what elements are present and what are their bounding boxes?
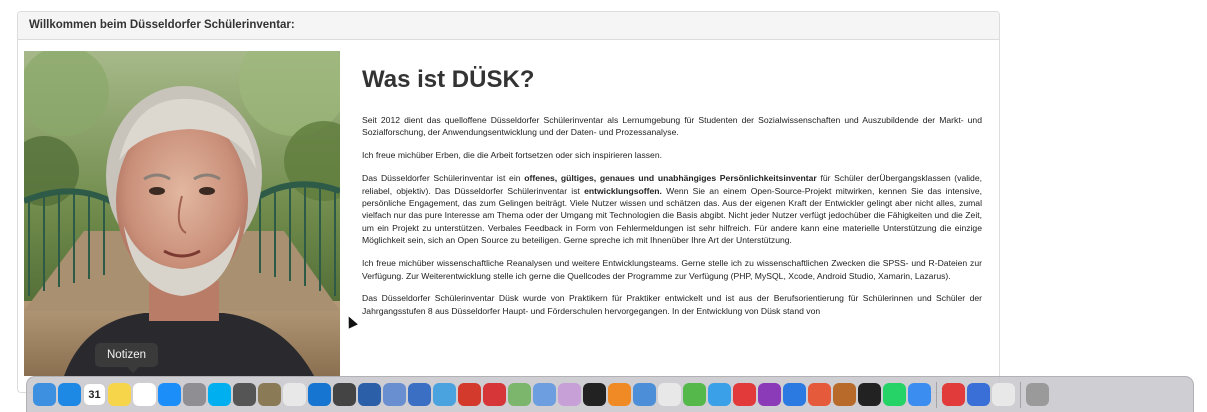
quicktime-icon[interactable] bbox=[992, 383, 1015, 406]
page-title: Was ist DÜSK? bbox=[362, 66, 535, 93]
migration-icon[interactable] bbox=[967, 383, 990, 406]
skype-icon[interactable] bbox=[208, 383, 231, 406]
safari-icon[interactable] bbox=[58, 383, 81, 406]
textedit-icon[interactable] bbox=[283, 383, 306, 406]
paragraph-intro: Seit 2012 dient das quelloffene Düsseldo… bbox=[362, 115, 982, 138]
photo-booth-icon[interactable] bbox=[808, 383, 831, 406]
preview-icon[interactable] bbox=[633, 383, 656, 406]
navicat-icon[interactable] bbox=[458, 383, 481, 406]
photo-icon[interactable] bbox=[508, 383, 531, 406]
play-icon[interactable] bbox=[783, 383, 806, 406]
paragraph-heirs: Ich freue michüber Erben, die die Arbeit… bbox=[362, 150, 662, 161]
activity-monitor-icon[interactable] bbox=[683, 383, 706, 406]
calendar-icon[interactable]: 31 bbox=[83, 383, 106, 406]
panel-heading: Willkommen beim Düsseldorfer Schülerinve… bbox=[18, 12, 999, 40]
books-icon[interactable] bbox=[608, 383, 631, 406]
reminders-icon[interactable] bbox=[133, 383, 156, 406]
bold-text: offenes, gültiges, genaues und unabhängi… bbox=[524, 173, 817, 184]
app-store-icon[interactable] bbox=[158, 383, 181, 406]
dock: 31 bbox=[26, 376, 1194, 412]
lw-icon[interactable] bbox=[433, 383, 456, 406]
trash-icon[interactable] bbox=[1026, 383, 1049, 406]
chess-icon[interactable] bbox=[333, 383, 356, 406]
pdf-icon[interactable] bbox=[942, 383, 965, 406]
r-icon[interactable] bbox=[383, 383, 406, 406]
ewm-icon[interactable] bbox=[483, 383, 506, 406]
settings-gear-icon[interactable] bbox=[533, 383, 556, 406]
files-icon[interactable] bbox=[708, 383, 731, 406]
system-preferences-icon[interactable] bbox=[183, 383, 206, 406]
calculator-icon[interactable] bbox=[233, 383, 256, 406]
dock-tooltip: Notizen bbox=[95, 343, 158, 373]
content-area: Was ist DÜSK? Seit 2012 dient das quello… bbox=[362, 51, 982, 328]
gimp-icon[interactable] bbox=[258, 383, 281, 406]
dock-separator bbox=[936, 381, 937, 408]
lazarus-icon[interactable] bbox=[408, 383, 431, 406]
xcode-icon[interactable] bbox=[308, 383, 331, 406]
bold-text: entwicklungsoffen. bbox=[584, 185, 662, 196]
chrome-icon[interactable] bbox=[658, 383, 681, 406]
dock-separator bbox=[1020, 381, 1021, 408]
paragraph-reanalysis: Ich freue michüber wissenschaftliche Rea… bbox=[362, 258, 982, 281]
finder-icon[interactable] bbox=[33, 383, 56, 406]
portrait-photo bbox=[24, 51, 340, 376]
headphones-icon[interactable] bbox=[758, 383, 781, 406]
kindle-icon[interactable] bbox=[858, 383, 881, 406]
welcome-panel: Willkommen beim Düsseldorfer Schülerinve… bbox=[17, 11, 1000, 393]
mail-icon[interactable] bbox=[558, 383, 581, 406]
instruments-icon[interactable] bbox=[358, 383, 381, 406]
notes-icon[interactable] bbox=[108, 383, 131, 406]
whatsapp-icon[interactable] bbox=[883, 383, 906, 406]
opera-icon[interactable] bbox=[733, 383, 756, 406]
paragraph-description: Das Düsseldorfer Schülerinventar ist ein… bbox=[362, 172, 982, 246]
messages-icon[interactable] bbox=[908, 383, 931, 406]
paragraph-history: Das Düsseldorfer Schülerinventar Düsk wu… bbox=[362, 293, 982, 316]
text-span: Das Düsseldorfer Schülerinventar ist ein bbox=[362, 173, 525, 184]
library-icon[interactable] bbox=[833, 383, 856, 406]
terminal-icon[interactable] bbox=[583, 383, 606, 406]
